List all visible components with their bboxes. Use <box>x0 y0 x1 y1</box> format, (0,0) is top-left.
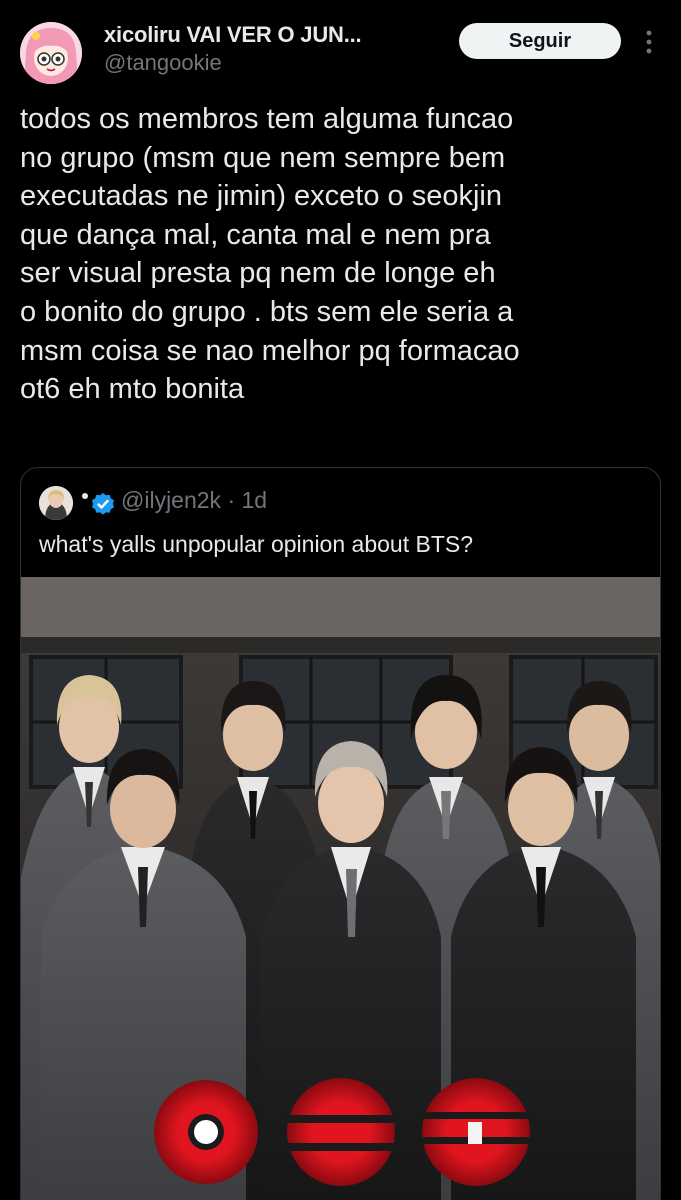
author-handle[interactable]: @tangookie <box>104 50 222 76</box>
quoted-tweet-text: what's yalls unpopular opinion about BTS… <box>39 531 474 557</box>
quoted-separator: · <box>227 487 236 513</box>
follow-button[interactable]: Seguir <box>459 23 621 59</box>
quoted-handle-line: @ilyjen2k · 1d <box>121 487 267 514</box>
small-badge-icon <box>82 493 88 499</box>
quoted-timestamp[interactable]: 1d <box>242 487 268 513</box>
quoted-media-photo[interactable] <box>21 577 660 1200</box>
quoted-author-handle[interactable]: @ilyjen2k <box>121 487 221 513</box>
verified-badge-icon <box>92 493 114 515</box>
tweet-header: xicoliru VAI VER O JUN... @tangookie Seg… <box>0 0 681 90</box>
author-display-name[interactable]: xicoliru VAI VER O JUN... <box>104 22 362 48</box>
quoted-tweet-card[interactable]: @ilyjen2k · 1d what's yalls unpopular op… <box>20 467 661 1200</box>
quoted-author-avatar[interactable] <box>39 486 73 520</box>
author-avatar[interactable] <box>20 22 82 84</box>
tweet-post: xicoliru VAI VER O JUN... @tangookie Seg… <box>0 0 681 1200</box>
avatar-illustration-icon <box>20 22 82 84</box>
more-options-icon[interactable] <box>640 28 658 56</box>
album-logo-icon <box>154 1078 530 1186</box>
quoted-avatar-photo-icon <box>39 486 73 520</box>
tweet-text: todos os membros tem alguma funcao no gr… <box>20 103 520 406</box>
